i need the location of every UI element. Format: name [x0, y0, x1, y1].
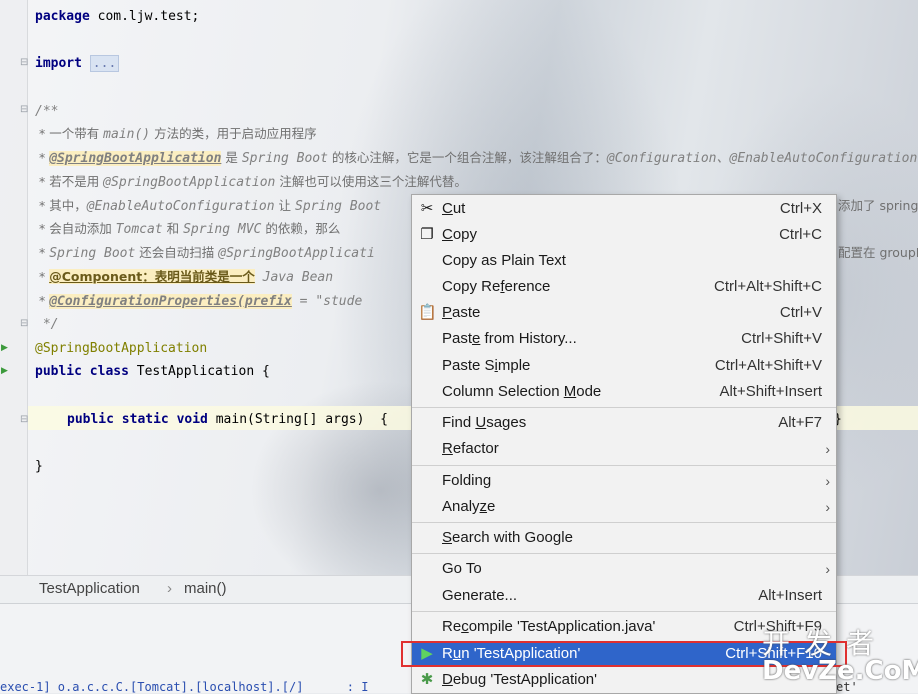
chevron-right-icon: ›	[825, 441, 830, 457]
breadcrumb-separator: ›	[167, 580, 172, 597]
watermark-logo: 开发者 DevZe.CoM	[762, 627, 918, 686]
menu-item-copy-reference[interactable]: Copy Reference Ctrl+Alt+Shift+C	[412, 274, 836, 300]
context-menu: ✂ Cut Ctrl+X ❐ Copy Ctrl+C Copy as Plain…	[411, 194, 837, 694]
menu-item-column-selection-mode[interactable]: Column Selection Mode Alt+Shift+Insert	[412, 379, 836, 405]
code-line: import ...	[35, 54, 120, 74]
chevron-right-icon: ›	[825, 499, 830, 515]
breadcrumb-method[interactable]: main()	[184, 580, 227, 597]
code-line: * Spring Boot 还会自动扫描 @SpringBootApplicat…	[35, 245, 375, 261]
code-line-right: 配置在 groupI	[838, 245, 918, 260]
code-line: * @ConfigurationProperties(prefix = "stu…	[35, 293, 363, 309]
code-line: * 若不是用 @SpringBootApplication 注解也可以使用这三个…	[35, 174, 467, 190]
menu-separator	[412, 407, 836, 408]
menu-item-analyze[interactable]: Analyze ›	[412, 494, 836, 520]
menu-item-folding[interactable]: Folding ›	[412, 468, 836, 494]
code-line: /**	[35, 104, 59, 119]
menu-item-cut[interactable]: ✂ Cut Ctrl+X	[412, 196, 836, 222]
code-line: * @SpringBootApplication 是 Spring Boot 的…	[35, 150, 918, 166]
code-line: * 一个带有 main() 方法的类，用于启动应用程序	[35, 126, 317, 142]
copy-icon: ❐	[420, 226, 434, 243]
menu-separator	[412, 522, 836, 523]
code-line: */	[35, 317, 59, 332]
code-line: package com.ljw.test;	[35, 9, 200, 24]
code-line: }	[35, 459, 43, 474]
menu-item-paste-from-history[interactable]: Paste from History... Ctrl+Shift+V	[412, 326, 836, 352]
menu-item-go-to[interactable]: Go To ›	[412, 556, 836, 582]
menu-item-search-with-google[interactable]: Search with Google	[412, 525, 836, 551]
code-line-right: 添加了 spring-	[838, 198, 918, 213]
menu-separator	[412, 553, 836, 554]
code-line: public class TestApplication {	[35, 364, 270, 379]
menu-item-copy[interactable]: ❐ Copy Ctrl+C	[412, 222, 836, 248]
menu-item-find-usages[interactable]: Find Usages Alt+F7	[412, 410, 836, 436]
menu-item-refactor[interactable]: Refactor ›	[412, 436, 836, 462]
chevron-right-icon: ›	[825, 561, 830, 577]
menu-item-paste-simple[interactable]: Paste Simple Ctrl+Alt+Shift+V	[412, 353, 836, 379]
clipboard-icon: 📋	[418, 304, 437, 321]
code-line: * @Component：表明当前类是一个 Java Bean	[35, 269, 334, 285]
folded-imports[interactable]: ...	[89, 55, 120, 72]
code-line: public static void main(String[] args) {	[67, 412, 388, 427]
chevron-right-icon: ›	[825, 473, 830, 489]
menu-separator	[412, 611, 836, 612]
code-line: @SpringBootApplication	[35, 341, 208, 356]
breadcrumb-class[interactable]: TestApplication	[39, 580, 140, 597]
code-line: * 其中，@EnableAutoConfiguration 让 Spring B…	[35, 198, 382, 214]
debug-icon: ✱	[420, 671, 434, 688]
scissors-icon: ✂	[420, 200, 434, 217]
code-line: * 会自动添加 Tomcat 和 Spring MVC 的依赖，那么	[35, 221, 341, 237]
menu-separator	[412, 465, 836, 466]
menu-item-generate[interactable]: Generate... Alt+Insert	[412, 583, 836, 609]
menu-item-copy-as-plain-text[interactable]: Copy as Plain Text	[412, 248, 836, 274]
menu-item-paste[interactable]: 📋 Paste Ctrl+V	[412, 300, 836, 326]
